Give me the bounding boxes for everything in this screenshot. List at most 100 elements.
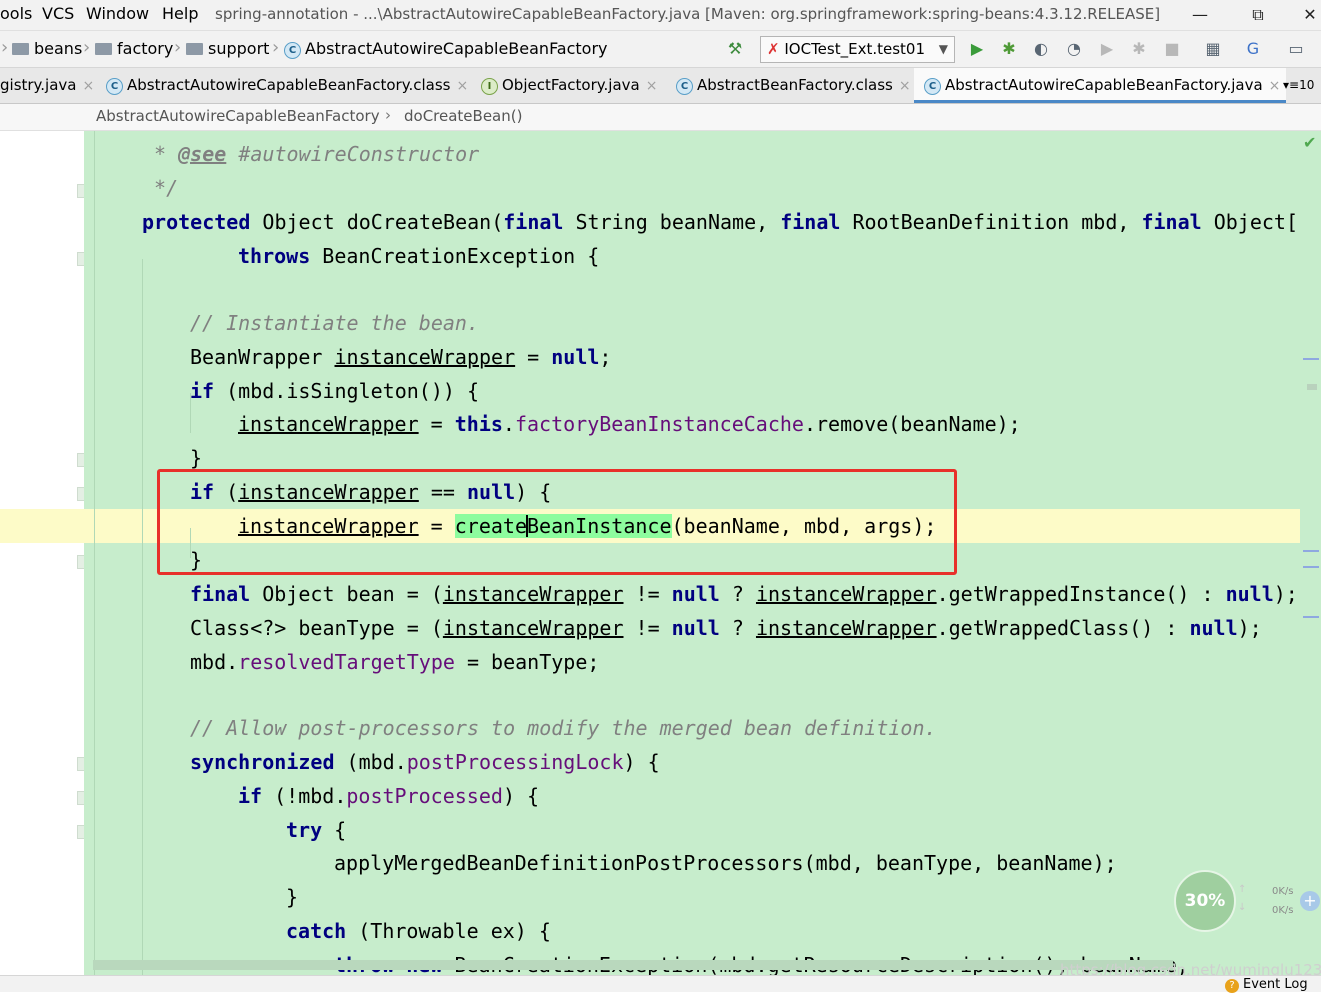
close-tab-icon[interactable]: × (899, 78, 911, 94)
restore-button[interactable]: ⧉ (1238, 2, 1278, 28)
chevron-right-icon: › (272, 37, 280, 58)
code-token: instanceWrapper (334, 345, 516, 369)
indent-guide (142, 259, 143, 989)
plus-icon[interactable]: + (1300, 891, 1320, 911)
code-comment: // Instantiate the bean. (190, 311, 479, 335)
chevron-right-icon: › (385, 106, 391, 124)
code-token: != (623, 616, 672, 640)
upload-arrow-icon: ↑ (1238, 884, 1247, 895)
code-token: null (671, 616, 720, 640)
nav-crumb-support[interactable]: support (186, 39, 269, 58)
memory-percent-badge: 30% (1174, 870, 1236, 932)
translate-icon[interactable]: G (1244, 40, 1262, 58)
code-line: throws BeanCreationException { (238, 239, 599, 273)
nav-crumb-class[interactable]: C AbstractAutowireCapableBeanFactory (284, 39, 608, 59)
code-line: Class<?> beanType = (instanceWrapper != … (190, 611, 1262, 645)
list-icon: ▾≡ (1283, 78, 1300, 92)
menu-vcs[interactable]: VCS (42, 4, 74, 23)
current-line-gutter (0, 509, 84, 543)
attach-debugger-icon[interactable]: ✱ (1130, 40, 1148, 58)
code-token: postProcessingLock (406, 750, 624, 774)
code-token: null (1225, 582, 1274, 606)
tab-abstract-autowire-class[interactable]: C AbstractAutowireCapableBeanFactory.clas… (106, 68, 468, 102)
run-configuration-select[interactable]: ✗ IOCTest_Ext.test01 ▼ (760, 36, 955, 63)
class-icon: C (284, 42, 301, 59)
close-tab-icon[interactable]: × (456, 78, 468, 94)
close-tab-icon[interactable]: × (646, 78, 658, 94)
coverage-icon[interactable]: ◐ (1032, 40, 1050, 58)
code-token: null (551, 345, 600, 369)
no-errors-check-icon[interactable]: ✔ (1303, 133, 1316, 152)
code-line: synchronized (mbd.postProcessingLock) { (190, 745, 660, 779)
profile-icon[interactable]: ◔ (1065, 40, 1083, 58)
code-token: (mbd.isSingleton()) { (214, 379, 479, 403)
code-token: BeanWrapper (190, 345, 335, 369)
build-hammer-icon[interactable]: ⚒ (726, 40, 744, 58)
code-token: instanceWrapper (755, 582, 937, 606)
editor-gutter[interactable] (0, 131, 93, 991)
tab-overflow-count: 10 (1299, 78, 1315, 92)
breadcrumb-method[interactable]: doCreateBean() (404, 107, 522, 125)
code-token: ; (599, 345, 612, 369)
stripe-mark[interactable] (1303, 616, 1319, 618)
code-token: null (1189, 616, 1238, 640)
breadcrumb-class[interactable]: AbstractAutowireCapableBeanFactory (96, 107, 380, 125)
interface-icon: I (481, 78, 498, 95)
nav-crumb-factory[interactable]: factory (95, 39, 173, 58)
network-speed-widget[interactable]: 30% ↑ 0K/s ↓ 0K/s + (1172, 870, 1320, 932)
editor-breadcrumb: AbstractAutowireCapableBeanFactory › doC… (0, 104, 1321, 131)
tab-label: AbstractAutowireCapableBeanFactory.class (127, 76, 451, 94)
code-line: try { (286, 813, 346, 847)
menu-tools[interactable]: ools (0, 4, 32, 23)
stop-icon[interactable]: ■ (1163, 40, 1181, 58)
minimize-button[interactable]: — (1180, 2, 1220, 28)
code-token: .getWrappedInstance() : (936, 582, 1226, 606)
code-token: if (238, 784, 263, 808)
code-token: @see (178, 142, 227, 166)
code-token: (mbd. (334, 750, 407, 774)
code-token: { (322, 818, 347, 842)
project-structure-icon[interactable]: ▦ (1204, 40, 1222, 58)
run-disabled-icon[interactable]: ▶ (1098, 40, 1116, 58)
nav-crumb-label: AbstractAutowireCapableBeanFactory (305, 39, 608, 58)
tab-abstract-bean-factory-class[interactable]: C AbstractBeanFactory.class × (676, 68, 911, 102)
tab-label: ObjectFactory.java (502, 76, 640, 94)
scroll-thumb[interactable] (1307, 384, 1317, 390)
code-line: */ (142, 176, 179, 200)
nav-crumb-label: factory (117, 39, 174, 58)
code-token: (!mbd. (262, 784, 347, 808)
close-tab-icon[interactable]: × (83, 78, 95, 94)
tab-object-factory-java[interactable]: I ObjectFactory.java × (481, 68, 657, 102)
code-token: Class<?> beanType = ( (190, 616, 443, 640)
code-token: postProcessed (346, 784, 503, 808)
stripe-mark[interactable] (1303, 550, 1319, 552)
debug-icon[interactable]: ✱ (1000, 40, 1018, 58)
terminal-icon[interactable]: ▭ (1287, 40, 1305, 58)
horizontal-scrollbar[interactable] (93, 960, 1173, 970)
code-token: BeanCreationException { (310, 244, 600, 268)
close-button[interactable]: ✕ (1290, 2, 1321, 28)
stripe-mark[interactable] (1303, 566, 1319, 568)
code-token: instanceWrapper (442, 582, 624, 606)
code-line: mbd.resolvedTargetType = beanType; (190, 645, 599, 679)
tab-overflow-button[interactable]: ▾≡10 (1283, 68, 1314, 102)
code-token: ); (1237, 616, 1262, 640)
code-token: ? (719, 582, 756, 606)
tab-registry-java[interactable]: gistry.java × (0, 68, 94, 102)
code-token: Object[] (1201, 210, 1311, 234)
menu-window[interactable]: Window (86, 4, 149, 23)
error-stripe[interactable] (1300, 131, 1321, 991)
folder-icon (12, 43, 29, 55)
menu-help[interactable]: Help (162, 4, 198, 23)
code-token: ? (719, 616, 756, 640)
chevron-right-icon: › (83, 37, 91, 58)
stripe-mark[interactable] (1303, 358, 1319, 360)
run-icon[interactable]: ▶ (968, 40, 986, 58)
error-config-icon: ✗ (767, 40, 780, 58)
download-arrow-icon: ↓ (1238, 902, 1247, 913)
close-tab-icon[interactable]: × (1269, 78, 1281, 94)
tab-abstract-autowire-java[interactable]: C AbstractAutowireCapableBeanFactory.java… (914, 68, 1287, 103)
status-bar (0, 975, 1321, 992)
nav-crumb-beans[interactable]: beans (12, 39, 82, 58)
code-token: instanceWrapper (238, 412, 419, 436)
